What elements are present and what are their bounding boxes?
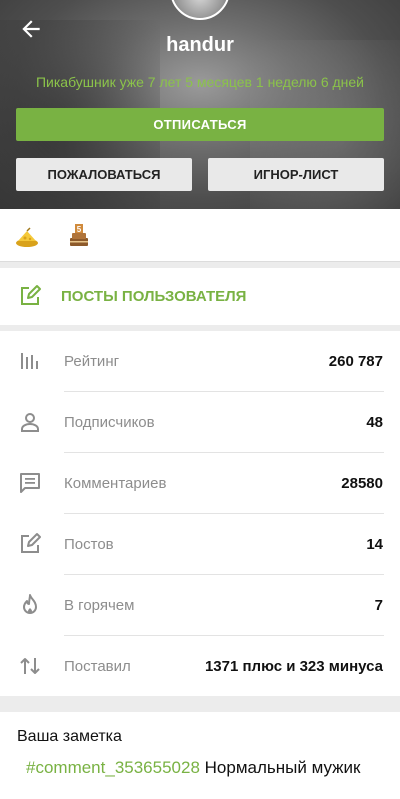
- profile-header: handur Пикабушник уже 7 лет 5 месяцев 1 …: [0, 0, 400, 209]
- stat-label: Комментариев: [64, 475, 167, 492]
- avatar[interactable]: [170, 0, 230, 20]
- user-posts-label: ПОСТЫ ПОЛЬЗОВАТЕЛЯ: [61, 288, 247, 305]
- stat-label: Поставил: [64, 658, 131, 675]
- sort-arrows-icon: [20, 658, 40, 674]
- award-badge: 5: [77, 225, 82, 234]
- stat-label: В горячем: [64, 597, 135, 614]
- member-since: Пикабушник уже 7 лет 5 месяцев 1 неделю …: [35, 74, 365, 90]
- note-text: #comment_353655028 Нормальный мужик: [26, 757, 386, 779]
- stat-label: Подписчиков: [64, 414, 155, 431]
- stat-value: 260 787: [328, 353, 383, 370]
- stats-list: Рейтинг 260 787 Подписчиков 48 Комментар…: [0, 331, 400, 696]
- stat-comments[interactable]: Комментариев 28580: [0, 453, 400, 514]
- cheese-award-icon[interactable]: [14, 223, 40, 249]
- fire-icon: [23, 594, 37, 614]
- stat-votes: Поставил 1371 плюс и 323 минуса: [0, 636, 400, 697]
- note-body: Нормальный мужик: [199, 758, 361, 777]
- stat-value: 7: [374, 597, 383, 614]
- stat-value: 48: [366, 414, 383, 431]
- username: handur: [166, 34, 234, 56]
- five-years-cake-award-icon[interactable]: 5: [66, 223, 92, 249]
- rating-icon: [21, 353, 38, 369]
- note-title: Ваша заметка: [17, 728, 122, 745]
- user-posts-link[interactable]: ПОСТЫ ПОЛЬЗОВАТЕЛЯ: [0, 268, 400, 325]
- stat-hot[interactable]: В горячем 7: [0, 575, 400, 636]
- stat-subscribers[interactable]: Подписчиков 48: [0, 392, 400, 453]
- stat-value: 14: [366, 536, 383, 553]
- stat-value: 28580: [341, 475, 383, 492]
- stat-posts[interactable]: Постов 14: [0, 514, 400, 575]
- person-icon: [21, 413, 39, 432]
- stat-rating: Рейтинг 260 787: [0, 331, 400, 392]
- comment-icon: [20, 473, 40, 493]
- note-comment-link[interactable]: #comment_353655028: [26, 758, 200, 777]
- unsubscribe-button[interactable]: ОТПИСАТЬСЯ: [16, 108, 384, 141]
- report-button[interactable]: ПОЖАЛОВАТЬСЯ: [16, 158, 192, 191]
- awards-row: 5: [0, 209, 400, 262]
- stat-label: Постов: [64, 536, 114, 553]
- ignore-list-button[interactable]: ИГНОР-ЛИСТ: [208, 158, 384, 191]
- user-note[interactable]: Ваша заметка #comment_353655028 Нормальн…: [0, 712, 400, 799]
- stat-label: Рейтинг: [64, 353, 120, 370]
- edit-icon: [21, 533, 41, 553]
- stat-value: 1371 плюс и 323 минуса: [204, 658, 383, 675]
- edit-icon: [21, 285, 41, 305]
- divider: [0, 696, 400, 712]
